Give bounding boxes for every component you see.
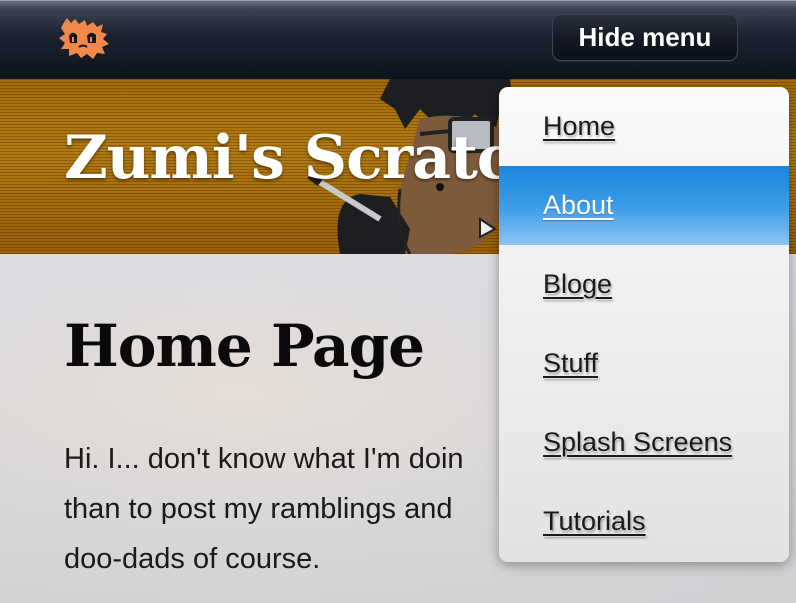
menu-item-bloge[interactable]: Bloge (499, 245, 789, 324)
dropdown-nav-menu: Home About Bloge Stuff Splash Screens Tu… (499, 87, 789, 562)
menu-item-splash-screens[interactable]: Splash Screens (499, 403, 789, 482)
menu-item-stuff[interactable]: Stuff (499, 324, 789, 403)
cat-logo-icon[interactable] (57, 16, 111, 60)
menu-link-about[interactable]: About (543, 190, 614, 221)
menu-link-home[interactable]: Home (543, 111, 615, 142)
menu-link-tutorials[interactable]: Tutorials (543, 506, 646, 537)
menu-link-splash-screens[interactable]: Splash Screens (543, 427, 732, 458)
top-navigation-bar: Hide menu (0, 0, 796, 79)
menu-item-tutorials[interactable]: Tutorials (499, 482, 789, 561)
menu-item-about[interactable]: About (499, 166, 789, 245)
site-title: Zumi's Scratch (64, 123, 556, 193)
hide-menu-button[interactable]: Hide menu (552, 14, 738, 61)
menu-item-home[interactable]: Home (499, 87, 789, 166)
menu-link-stuff[interactable]: Stuff (543, 348, 598, 379)
page-title: Home Page (64, 312, 425, 380)
menu-link-bloge[interactable]: Bloge (543, 269, 612, 300)
